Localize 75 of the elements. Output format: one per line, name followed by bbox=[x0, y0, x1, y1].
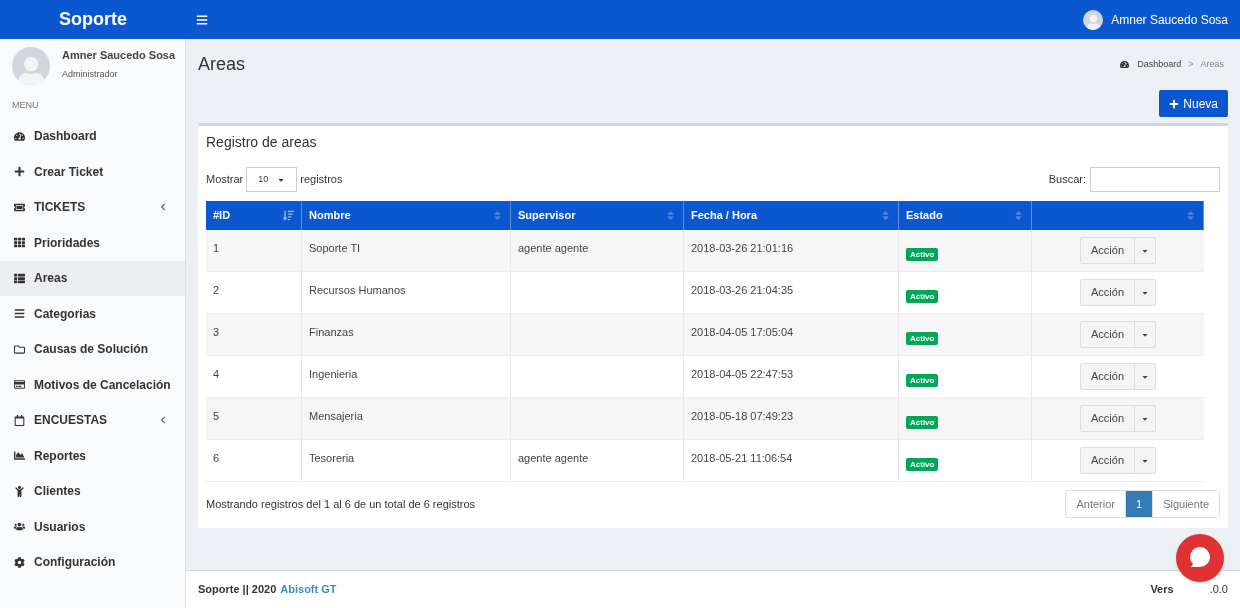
new-button[interactable]: Nueva bbox=[1159, 90, 1228, 117]
brand-title: Soporte bbox=[59, 8, 127, 31]
sidebar-item[interactable]: Dashboard bbox=[0, 118, 185, 154]
breadcrumb-item: Areas bbox=[1200, 57, 1224, 71]
status-badge: Activo bbox=[906, 374, 939, 387]
table-cell: 2018-03-26 21:01:16 bbox=[691, 242, 794, 254]
table-cell: 2 bbox=[213, 284, 220, 296]
pagination-button[interactable]: 1 bbox=[1125, 491, 1153, 517]
status-badge: Activo bbox=[906, 458, 939, 471]
menu-toggle-icon[interactable] bbox=[196, 13, 208, 26]
sidebar-item[interactable]: Motivos de Cancelación bbox=[0, 367, 185, 403]
column-header[interactable]: #ID bbox=[206, 201, 302, 230]
sidebar-item[interactable]: Causas de Solución bbox=[0, 331, 185, 367]
sidebar-item[interactable]: Usuarios bbox=[0, 509, 185, 545]
show-label: Mostrar bbox=[206, 172, 244, 188]
column-header[interactable] bbox=[1032, 201, 1204, 230]
table-cell: agente agente bbox=[518, 242, 589, 254]
pagination-button[interactable]: Siguiente bbox=[1152, 491, 1219, 517]
sidebar-item[interactable]: Clientes bbox=[0, 473, 185, 509]
column-header[interactable]: Estado bbox=[899, 201, 1032, 230]
table-cell: 2018-05-21 11:06:54 bbox=[691, 452, 793, 464]
sidebar-item[interactable]: ENCUESTAS bbox=[0, 402, 185, 438]
plus-icon bbox=[1169, 98, 1180, 109]
status-badge: Activo bbox=[906, 290, 939, 303]
status-badge: Activo bbox=[906, 416, 939, 429]
sidebar-item[interactable]: Reportes bbox=[0, 438, 185, 474]
table-cell: 3 bbox=[213, 326, 220, 338]
version-number: .0.0 bbox=[1209, 582, 1228, 598]
table-cell: Finanzas bbox=[309, 326, 354, 338]
table-cell: 1 bbox=[213, 242, 220, 254]
table-cell: 5 bbox=[213, 410, 220, 422]
search-field[interactable] bbox=[1090, 167, 1220, 192]
breadcrumb-item[interactable]: Dashboard bbox=[1137, 57, 1182, 72]
table-cell: 2018-04-05 22:47:53 bbox=[691, 368, 794, 380]
table-cell: Recursos Humanos bbox=[309, 284, 406, 296]
sidebar-item[interactable]: Crear Ticket bbox=[0, 154, 185, 190]
user-role: Administrador bbox=[62, 67, 119, 81]
table-cell: Ingenieria bbox=[309, 368, 358, 380]
column-header[interactable]: Supervisor bbox=[511, 201, 684, 230]
table-cell: 4 bbox=[213, 368, 220, 380]
avatar bbox=[1083, 9, 1104, 30]
column-header[interactable]: Nombre bbox=[302, 201, 511, 230]
search-label: Buscar: bbox=[1048, 172, 1086, 188]
sidebar-user-name: Amner Saucedo Sosa bbox=[62, 48, 176, 63]
table-cell: Soporte TI bbox=[309, 242, 361, 254]
version-label: Vers bbox=[1150, 582, 1174, 598]
table-cell: agente agente bbox=[518, 452, 589, 464]
sidebar-item[interactable]: TICKETS bbox=[0, 189, 185, 225]
table-cell: 6 bbox=[213, 452, 220, 464]
table-cell: Mensajeria bbox=[309, 410, 363, 422]
sidebar-item[interactable]: Areas bbox=[0, 260, 185, 296]
chat-bubble-icon bbox=[1189, 546, 1211, 570]
column-header[interactable]: Fecha / Hora bbox=[684, 201, 899, 230]
page-title: Areas bbox=[198, 53, 246, 76]
card-title: Registro de areas bbox=[206, 133, 318, 152]
dashboard-icon bbox=[1120, 60, 1130, 69]
user-name[interactable]: Amner Saucedo Sosa bbox=[1111, 10, 1228, 29]
avatar bbox=[12, 47, 50, 85]
table-cell: 2018-04-05 17:05:04 bbox=[691, 326, 794, 338]
table-info: Mostrando registros del 1 al 6 de un total de 6 registros bbox=[206, 496, 476, 512]
status-badge: Activo bbox=[906, 332, 939, 345]
sidebar-item[interactable]: Categorias bbox=[0, 296, 185, 332]
footer-link[interactable]: Abisoft GT bbox=[280, 581, 337, 598]
table-cell: 2018-03-26 21:04:35 bbox=[691, 284, 794, 296]
footer-copyright: Soporte || 2020 bbox=[198, 582, 277, 598]
show-suffix: registros bbox=[300, 172, 343, 188]
table-cell: 2018-05-18 07:49:23 bbox=[691, 410, 794, 422]
breadcrumb-separator: > bbox=[1187, 57, 1195, 71]
menu-header: MENU bbox=[11, 99, 40, 112]
sidebar-item[interactable]: Prioridades bbox=[0, 225, 185, 261]
table-cell: Tesoreria bbox=[309, 452, 355, 464]
chat-button[interactable] bbox=[1176, 534, 1224, 582]
sidebar-item[interactable]: Configuración bbox=[0, 544, 185, 580]
status-badge: Activo bbox=[906, 248, 939, 261]
page-size-select[interactable]: 10 bbox=[246, 167, 298, 192]
